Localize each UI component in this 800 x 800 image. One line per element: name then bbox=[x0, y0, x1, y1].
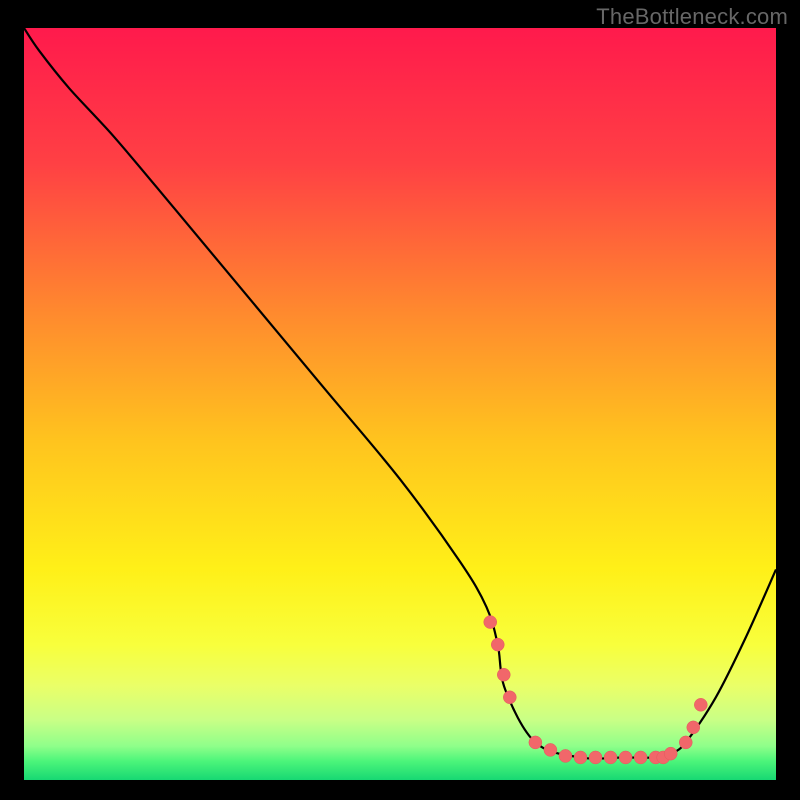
data-marker bbox=[544, 743, 557, 756]
plot-area bbox=[24, 28, 776, 780]
data-marker bbox=[529, 736, 542, 749]
data-marker bbox=[574, 751, 587, 764]
data-marker bbox=[664, 747, 677, 760]
watermark-text: TheBottleneck.com bbox=[596, 4, 788, 30]
chart-svg bbox=[24, 28, 776, 780]
data-marker bbox=[503, 691, 516, 704]
data-marker bbox=[559, 749, 572, 762]
data-marker bbox=[634, 751, 647, 764]
data-marker bbox=[694, 698, 707, 711]
chart-frame: TheBottleneck.com bbox=[0, 0, 800, 800]
data-marker bbox=[619, 751, 632, 764]
data-marker bbox=[491, 638, 504, 651]
data-marker bbox=[589, 751, 602, 764]
data-marker bbox=[604, 751, 617, 764]
data-marker bbox=[679, 736, 692, 749]
data-marker bbox=[497, 668, 510, 681]
data-marker bbox=[484, 616, 497, 629]
gradient-background bbox=[24, 28, 776, 780]
data-marker bbox=[687, 721, 700, 734]
